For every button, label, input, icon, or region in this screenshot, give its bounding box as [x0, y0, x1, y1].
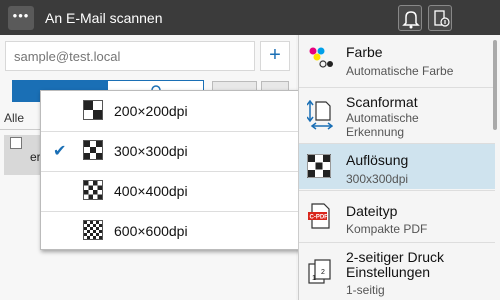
- resolution-option-600[interactable]: 600×600dpi: [41, 211, 301, 251]
- color-icon: [307, 45, 333, 71]
- option-label: 300×300dpi: [114, 143, 188, 159]
- setting-title: Scanformat: [346, 94, 418, 110]
- ellipsis-icon[interactable]: •••: [8, 6, 34, 30]
- resolution-400-icon: [83, 180, 103, 200]
- setting-value-line1: Automatische: [346, 111, 419, 125]
- top-bar: ••• An E-Mail scannen: [0, 0, 500, 35]
- device-info-icon[interactable]: [428, 5, 452, 31]
- setting-resolution[interactable]: Auflösung 300x300dpi: [299, 144, 495, 189]
- setting-file-type[interactable]: C-PDF Dateityp Kompakte PDF: [299, 191, 495, 241]
- resolution-300-icon: [83, 140, 103, 160]
- duplex-icon: 1 2: [307, 258, 333, 284]
- setting-value: Kompakte PDF: [346, 222, 428, 236]
- svg-text:2: 2: [321, 269, 325, 276]
- setting-title-line2: Einstellungen: [346, 264, 431, 280]
- scan-format-icon: [306, 99, 334, 130]
- screen-title: An E-Mail scannen: [45, 10, 163, 26]
- address-input[interactable]: [6, 42, 254, 70]
- entry-checkbox[interactable]: [10, 137, 22, 149]
- setting-title-line1: 2-seitiger Druck: [346, 249, 445, 265]
- resolution-option-400[interactable]: 400×400dpi: [41, 171, 301, 211]
- resolution-600-icon: [83, 220, 103, 240]
- setting-value: 300x300dpi: [346, 172, 409, 186]
- filter-all-label[interactable]: Alle: [4, 111, 24, 125]
- setting-color[interactable]: Farbe Automatische Farbe: [299, 35, 495, 85]
- resolution-option-300[interactable]: ✔ 300×300dpi: [41, 131, 301, 171]
- scrollbar[interactable]: [493, 40, 497, 130]
- resolution-200-icon: [83, 100, 103, 120]
- setting-title: Farbe: [346, 44, 383, 60]
- setting-title: Auflösung: [346, 152, 409, 168]
- settings-panel: Farbe Automatische Farbe Scanformat Auto…: [298, 35, 500, 300]
- pdf-icon: C-PDF: [307, 203, 333, 229]
- setting-duplex[interactable]: 1 2 2-seitiger Druck Einstellungen 1-sei…: [299, 243, 495, 300]
- setting-value: Automatische Farbe: [346, 64, 454, 78]
- setting-scan-format[interactable]: Scanformat Automatische Erkennung: [299, 88, 495, 143]
- svg-text:1: 1: [312, 275, 316, 282]
- setting-value-line2: Erkennung: [346, 125, 405, 139]
- resolution-option-200[interactable]: 200×200dpi: [41, 91, 301, 131]
- svg-text:C-PDF: C-PDF: [310, 215, 329, 221]
- checkmark-icon: ✔: [53, 143, 67, 160]
- bell-icon[interactable]: [398, 5, 422, 31]
- setting-value: 1-seitig: [346, 283, 385, 297]
- resolution-icon: [306, 153, 333, 180]
- address-search-field[interactable]: [5, 41, 255, 71]
- add-address-button[interactable]: +: [260, 41, 290, 71]
- option-label: 600×600dpi: [114, 223, 188, 239]
- option-label: 200×200dpi: [114, 103, 188, 119]
- option-label: 400×400dpi: [114, 183, 188, 199]
- setting-title: Dateityp: [346, 203, 398, 219]
- resolution-dropdown: 200×200dpi ✔ 300×300dpi 400×400dpi 600×6…: [40, 90, 302, 250]
